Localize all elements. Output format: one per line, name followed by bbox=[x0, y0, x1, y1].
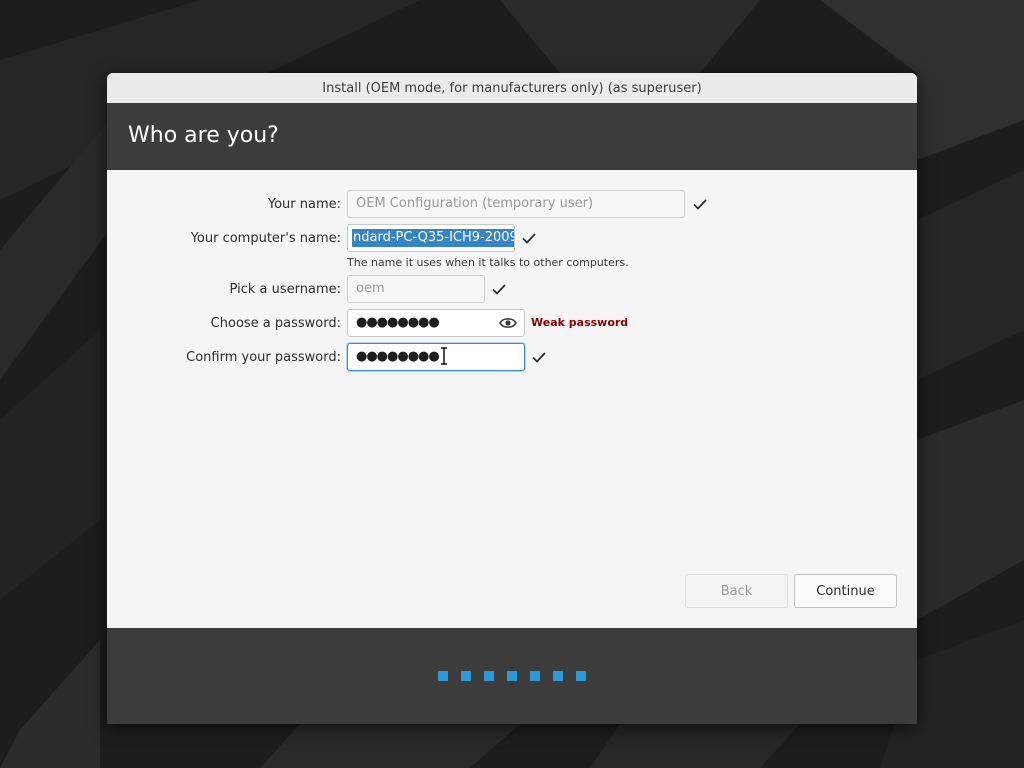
text-cursor-icon bbox=[441, 347, 447, 365]
user-form: Your name: OEM Configuration (temporary … bbox=[107, 170, 917, 628]
password-label: Choose a password: bbox=[210, 316, 341, 331]
computer-name-input[interactable]: ndard-PC-Q35-ICH9-2009 bbox=[347, 224, 515, 252]
progress-step bbox=[576, 671, 586, 681]
checkmark-icon bbox=[532, 352, 546, 363]
computer-name-selected-text: ndard-PC-Q35-ICH9-2009 bbox=[352, 229, 514, 247]
password-strength-label: Weak password bbox=[531, 316, 629, 329]
window-titlebar[interactable]: Install (OEM mode, for manufacturers onl… bbox=[107, 73, 917, 104]
continue-button[interactable]: Continue bbox=[794, 574, 897, 608]
back-button[interactable]: Back bbox=[685, 574, 788, 608]
computer-name-label: Your computer's name: bbox=[190, 231, 341, 246]
progress-footer bbox=[107, 628, 917, 724]
progress-step bbox=[507, 671, 517, 681]
your-name-input[interactable]: OEM Configuration (temporary user) bbox=[347, 190, 685, 218]
username-label: Pick a username: bbox=[229, 282, 341, 297]
checkmark-icon bbox=[522, 233, 536, 244]
progress-step bbox=[530, 671, 540, 681]
window-title: Install (OEM mode, for manufacturers onl… bbox=[322, 80, 702, 96]
checkmark-icon bbox=[492, 284, 506, 295]
progress-step bbox=[553, 671, 563, 681]
confirm-password-input[interactable]: ●●●●●●●● bbox=[347, 343, 525, 371]
progress-step bbox=[438, 671, 448, 681]
progress-indicator bbox=[438, 671, 586, 681]
computer-name-hint: The name it uses when it talks to other … bbox=[347, 256, 629, 269]
page-title: Who are you? bbox=[128, 123, 279, 148]
username-input[interactable]: oem bbox=[347, 275, 485, 303]
password-masked-value: ●●●●●●●● bbox=[356, 315, 440, 330]
installer-window: Install (OEM mode, for manufacturers onl… bbox=[107, 73, 917, 724]
checkmark-icon bbox=[693, 199, 707, 210]
confirm-password-masked-value: ●●●●●●●● bbox=[356, 349, 440, 364]
confirm-password-label: Confirm your password: bbox=[186, 350, 341, 365]
progress-step bbox=[484, 671, 494, 681]
eye-icon[interactable] bbox=[499, 316, 517, 330]
progress-step bbox=[461, 671, 471, 681]
page-header: Who are you? bbox=[107, 103, 917, 170]
your-name-label: Your name: bbox=[267, 197, 341, 212]
